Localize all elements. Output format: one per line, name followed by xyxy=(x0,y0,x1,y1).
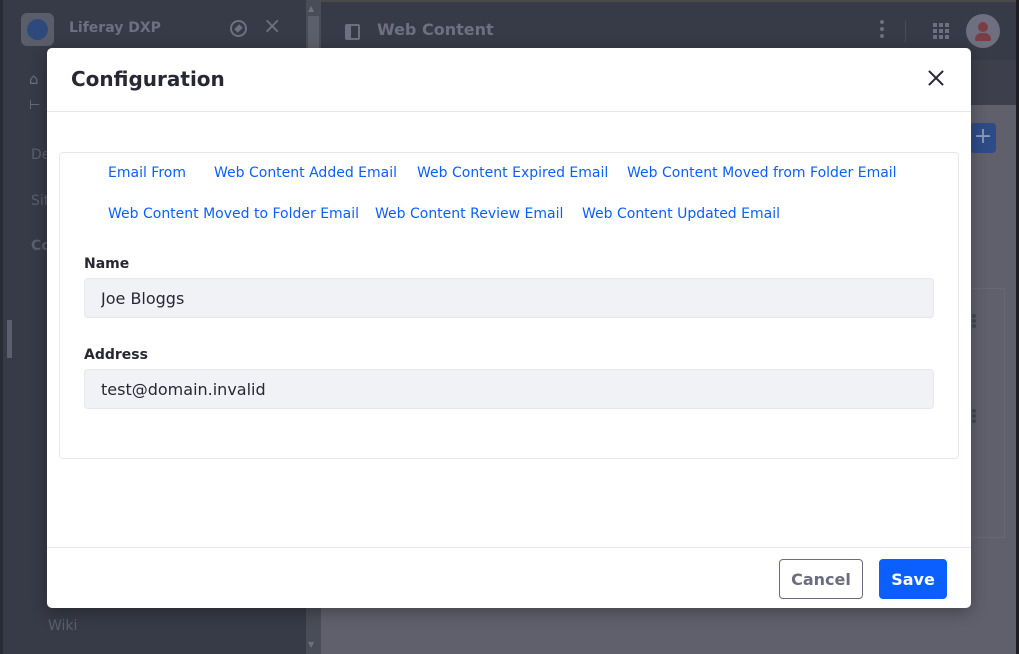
liferay-logo-icon xyxy=(21,13,54,46)
close-sidebar-icon[interactable]: × xyxy=(263,16,281,38)
name-input[interactable] xyxy=(84,278,934,318)
site-tree-icon[interactable]: ⊢ xyxy=(29,98,40,113)
add-button[interactable]: + xyxy=(970,123,996,153)
close-icon[interactable] xyxy=(925,67,947,89)
tab-web-content-moved-to-folder-email[interactable]: Web Content Moved to Folder Email xyxy=(108,206,359,222)
apps-grid-icon[interactable] xyxy=(933,23,949,39)
address-label: Address xyxy=(84,347,148,363)
compass-icon[interactable] xyxy=(230,20,247,37)
toggle-sidebar-icon[interactable] xyxy=(345,24,360,40)
row-kebab-icon[interactable] xyxy=(972,314,976,329)
configuration-sheet: Email From Web Content Added Email Web C… xyxy=(59,152,959,459)
options-kebab-icon[interactable] xyxy=(880,20,885,42)
configuration-modal: Configuration Email From Web Content Add… xyxy=(47,48,971,608)
tab-web-content-moved-from-folder-email[interactable]: Web Content Moved from Folder Email xyxy=(627,165,897,181)
tab-web-content-expired-email[interactable]: Web Content Expired Email xyxy=(417,165,608,181)
name-label: Name xyxy=(84,256,130,272)
divider xyxy=(905,20,906,42)
page-title: Web Content xyxy=(377,20,494,39)
save-button[interactable]: Save xyxy=(879,559,947,599)
sidebar-item-wiki[interactable]: Wiki xyxy=(48,618,77,634)
home-icon[interactable]: ⌂ xyxy=(29,70,39,88)
user-avatar[interactable] xyxy=(966,14,1000,48)
app-name: Liferay DXP xyxy=(69,20,161,36)
scroll-up-arrow-icon[interactable]: ▲ xyxy=(308,4,314,13)
modal-footer: Cancel Save xyxy=(47,547,971,608)
scroll-down-arrow-icon[interactable]: ▼ xyxy=(308,640,314,649)
tab-web-content-added-email[interactable]: Web Content Added Email xyxy=(214,165,397,181)
row-kebab-icon[interactable] xyxy=(972,409,976,424)
modal-header: Configuration xyxy=(47,48,971,112)
tab-web-content-updated-email[interactable]: Web Content Updated Email xyxy=(582,206,780,222)
cancel-button[interactable]: Cancel xyxy=(779,559,863,599)
sidebar-scroll-indicator[interactable] xyxy=(7,320,12,358)
tab-email-from[interactable]: Email From xyxy=(108,165,186,181)
address-input[interactable] xyxy=(84,369,934,409)
tab-web-content-review-email[interactable]: Web Content Review Email xyxy=(375,206,563,222)
modal-title: Configuration xyxy=(71,67,225,91)
